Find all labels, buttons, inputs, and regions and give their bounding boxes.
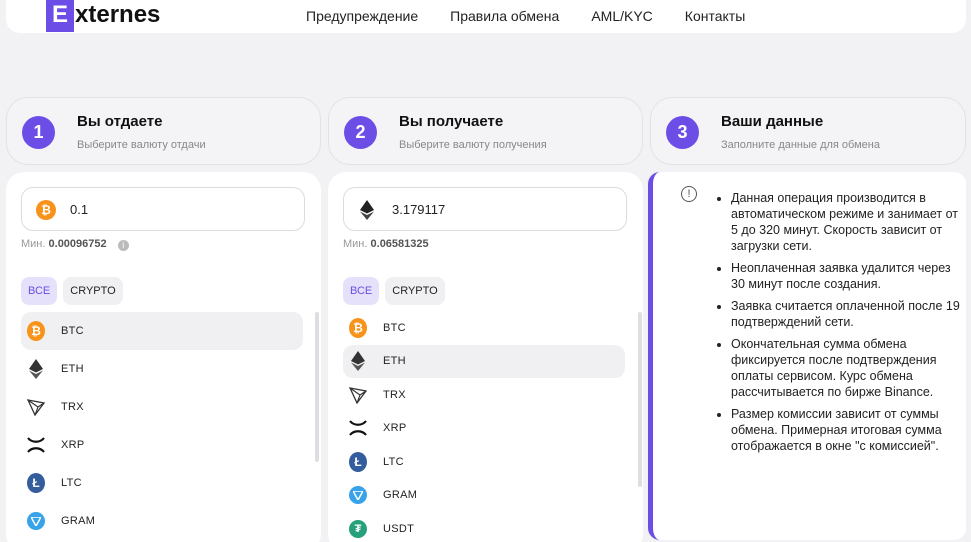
bitcoin-icon: ₿: [349, 317, 367, 338]
xrp-icon: [349, 419, 367, 437]
main-nav: Предупреждение Правила обмена AML/KYC Ко…: [306, 8, 745, 24]
filter-all[interactable]: ВСЕ: [21, 277, 58, 305]
info-item: Заявка считается оплаченной после 19 под…: [731, 298, 961, 330]
currency-item-usdt[interactable]: ₮ USDT: [343, 512, 625, 542]
scrollbar[interactable]: [638, 312, 642, 487]
receive-amount-input[interactable]: 3.179117: [343, 187, 627, 231]
currency-label: XRP: [383, 422, 407, 435]
tron-icon: [27, 398, 45, 416]
gram-icon: [349, 486, 367, 505]
receive-min: Мин. 0.06581325: [343, 238, 429, 250]
info-item: Окончательная сумма обмена фиксируется п…: [731, 336, 961, 400]
give-amount-input[interactable]: ₿ 0.1: [21, 187, 305, 231]
currency-item-trx[interactable]: TRX: [343, 378, 625, 412]
step-number: 1: [22, 116, 55, 149]
currency-item-eth[interactable]: ETH: [21, 350, 303, 388]
currency-label: BTC: [383, 321, 406, 334]
currency-label: TRX: [383, 388, 406, 401]
currency-item-xrp[interactable]: XRP: [343, 412, 625, 446]
step-title: Ваши данные: [721, 113, 824, 130]
ethereum-icon: [360, 200, 374, 225]
nav-rules[interactable]: Правила обмена: [450, 8, 559, 24]
step-subtitle: Выберите валюту отдачи: [77, 139, 206, 151]
logo-text: xternes: [75, 1, 161, 28]
currency-item-xrp[interactable]: XRP: [21, 426, 303, 464]
scrollbar[interactable]: [315, 312, 319, 462]
info-item: Размер комиссии зависит от суммы обмена.…: [731, 406, 961, 454]
info-item: Данная операция производится в автоматич…: [731, 190, 961, 254]
logo[interactable]: E xternes: [46, 0, 160, 32]
step-subtitle: Заполните данные для обмена: [721, 139, 880, 151]
currency-item-btc[interactable]: ₿ BTC: [343, 311, 625, 345]
min-value: 0.00096752: [48, 238, 107, 250]
ethereum-icon: [27, 359, 45, 379]
currency-label: ETH: [61, 363, 84, 375]
info-list: Данная операция производится в автоматич…: [731, 190, 961, 460]
step-number: 2: [344, 116, 377, 149]
receive-panel: 3.179117 Мин. 0.06581325 ВСЕ CRYPTO ₿ BT…: [328, 172, 643, 542]
currency-label: USDT: [383, 522, 415, 535]
filter-crypto[interactable]: CRYPTO: [385, 277, 445, 305]
currency-label: LTC: [61, 477, 82, 489]
info-panel: ! Данная операция производится в автомат…: [648, 172, 966, 540]
currency-item-trx[interactable]: TRX: [21, 388, 303, 426]
min-label: Мин.: [21, 238, 46, 250]
step-give: 1 Вы отдаете Выберите валюту отдачи: [6, 97, 321, 165]
bitcoin-icon: ₿: [27, 321, 45, 341]
info-icon[interactable]: i: [117, 240, 129, 251]
xrp-icon: [27, 436, 45, 454]
step-subtitle: Выберите валюту получения: [399, 139, 547, 151]
currency-label: XRP: [61, 439, 85, 451]
min-label: Мин.: [343, 238, 368, 250]
ethereum-icon: [349, 351, 367, 372]
info-item: Неоплаченная заявка удалится через 30 ми…: [731, 260, 961, 292]
currency-label: GRAM: [383, 489, 418, 502]
currency-label: BTC: [61, 325, 84, 337]
litecoin-icon: Ł: [27, 473, 45, 493]
currency-item-btc[interactable]: ₿ BTC: [21, 312, 303, 350]
bitcoin-icon: ₿: [36, 200, 56, 220]
nav-aml-kyc[interactable]: AML/KYC: [591, 8, 652, 24]
filter-crypto[interactable]: CRYPTO: [63, 277, 123, 305]
min-value: 0.06581325: [370, 238, 429, 250]
step-title: Вы получаете: [399, 113, 504, 130]
give-panel: ₿ 0.1 Мин. 0.00096752 i ВСЕ CRYPTO ₿ BTC…: [6, 172, 321, 542]
nav-warning[interactable]: Предупреждение: [306, 8, 418, 24]
currency-label: ETH: [383, 355, 406, 368]
logo-letter: E: [46, 0, 74, 32]
currency-label: TRX: [61, 401, 84, 413]
filter-all[interactable]: ВСЕ: [343, 277, 380, 305]
give-filters: ВСЕ CRYPTO: [21, 277, 123, 305]
currency-item-ltc[interactable]: Ł LTC: [21, 464, 303, 502]
gram-icon: [27, 512, 45, 530]
step-number: 3: [666, 116, 699, 149]
currency-item-ltc[interactable]: Ł LTC: [343, 445, 625, 479]
tether-icon: ₮: [349, 519, 367, 538]
step-receive: 2 Вы получаете Выберите валюту получения: [328, 97, 643, 165]
receive-amount-value[interactable]: 3.179117: [392, 202, 445, 217]
top-bar: E xternes Предупреждение Правила обмена …: [6, 0, 966, 33]
nav-contacts[interactable]: Контакты: [685, 8, 745, 24]
currency-item-gram[interactable]: GRAM: [21, 502, 303, 540]
currency-label: LTC: [383, 455, 404, 468]
give-amount-value[interactable]: 0.1: [70, 202, 88, 217]
receive-filters: ВСЕ CRYPTO: [343, 277, 445, 305]
receive-currency-list: ₿ BTC ETH TRX XRP Ł LTC GRAM ₮ USDT: [343, 311, 625, 542]
tron-icon: [349, 386, 367, 404]
step-details: 3 Ваши данные Заполните данные для обмен…: [650, 97, 966, 165]
currency-item-gram[interactable]: GRAM: [343, 479, 625, 513]
give-currency-list: ₿ BTC ETH TRX XRP Ł LTC GRAM: [21, 312, 303, 540]
currency-label: GRAM: [61, 515, 96, 527]
currency-item-eth[interactable]: ETH: [343, 344, 625, 378]
step-title: Вы отдаете: [77, 113, 163, 130]
warning-icon: !: [681, 186, 697, 202]
litecoin-icon: Ł: [349, 451, 367, 472]
give-min: Мин. 0.00096752 i: [21, 238, 129, 251]
